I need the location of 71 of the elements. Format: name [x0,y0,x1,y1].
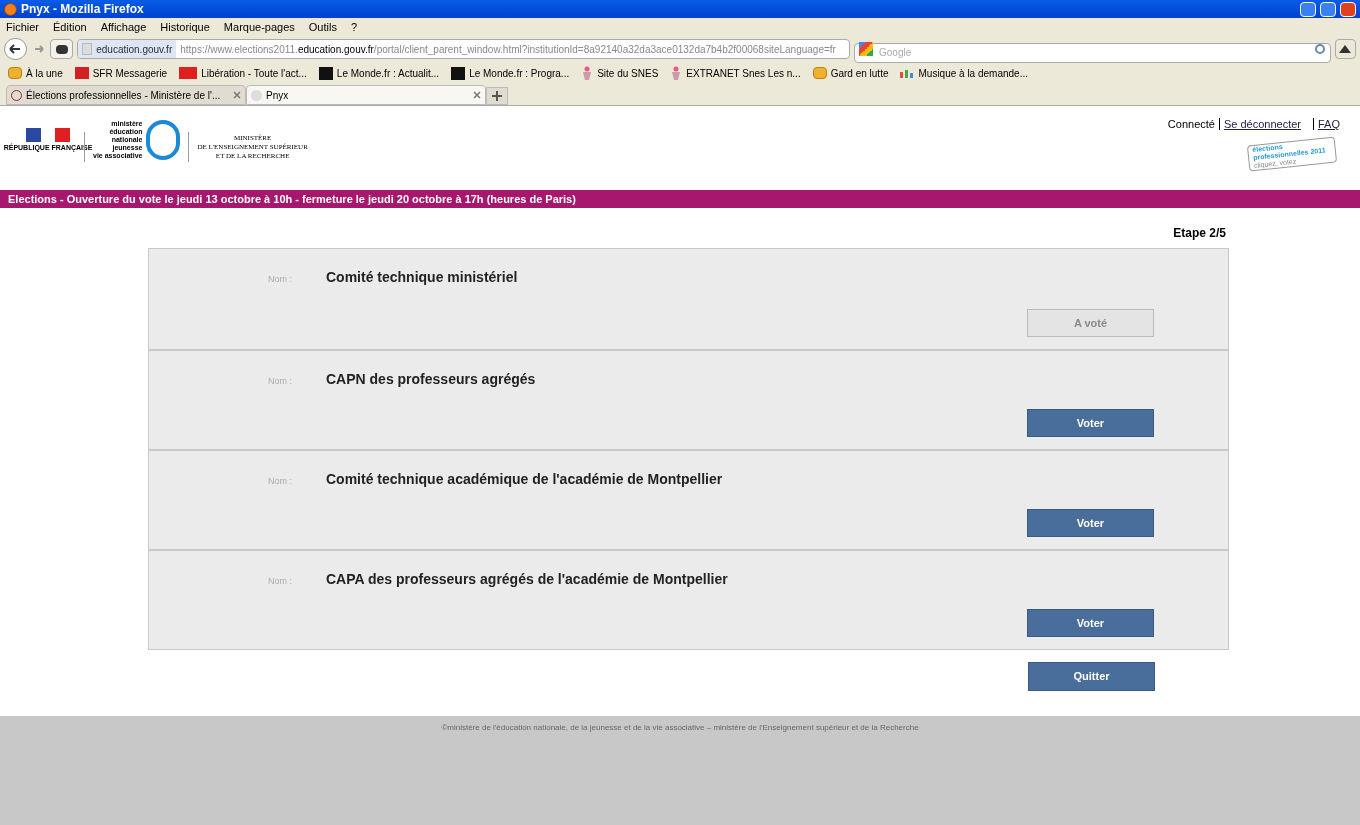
figure-icon [581,66,594,80]
bookmark-link[interactable]: EXTRANET Snes Les n... [686,65,801,81]
quit-button[interactable]: Quitter [1028,662,1155,691]
info-banner: Elections - Ouverture du vote le jeudi 13 octobre à 10h - fermeture le jeudi 20 octobre à 17h (heures de Paris) [0,190,1360,208]
flag-icon [26,128,70,142]
ballot-name: Comité technique ministériel [326,268,518,287]
print-button[interactable] [50,39,74,59]
plus-icon [492,91,502,101]
tab-title: Élections professionnelles - Ministère de l'... [26,88,222,103]
bookmark-icon [318,66,333,80]
bookmark-icon [74,67,89,79]
address-field[interactable]: education.gouv.fr https://www.elections2011.education.gouv.fr/portal/client_parent_window.html?institutionId=8a92140a32da3ace0132da7b4b2f00068siteLanguage=fr [77,39,850,59]
bookmark-link[interactable]: Le Monde.fr : Progra... [469,65,570,81]
faq-link[interactable]: FAQ [1318,116,1340,133]
menu-item[interactable]: ? [350,18,358,36]
minimize-button[interactable] [1300,1,1316,17]
back-arrow-icon [9,44,22,54]
bookmark-link[interactable]: Musique à la demande... [918,65,1028,81]
ballot-name: CAPN des professeurs agrégés [326,370,536,389]
site-identity: education.gouv.fr [96,42,173,57]
field-label: Nom : [267,475,292,488]
close-tab-icon[interactable] [473,91,481,99]
copyright-text: ©ministère de l'éducation nationale, de la jeunesse et de la vie associative – ministère de l'Enseignement supérieur et de la Recherche [441,722,919,734]
url-text: https://www.elections2011.education.gouv.fr/portal/client_parent_window.html?institutionId=8a92140a32da3ace0132da7b4b2f00068siteLanguage=fr [179,42,837,57]
bookmark-icon [179,67,198,79]
step-indicator: Etape 2/5 [1173,225,1226,242]
browser-tab[interactable]: Élections professionnelles - Ministère de l'... [6,85,246,105]
field-label: Nom : [267,273,292,286]
window-title: Pnyx - Mozilla Firefox [21,1,144,18]
home-icon [1339,45,1352,53]
tab-title: Pnyx [266,88,290,103]
browser-tab[interactable]: Pnyx [246,85,486,105]
menu-item[interactable]: Affichage [100,18,147,36]
connection-status: Connecté [1167,117,1215,132]
bookmark-link[interactable]: SFR Messagerie [92,65,168,81]
vote-button[interactable]: Voter [1027,509,1154,537]
maximize-button[interactable] [1320,1,1336,17]
search-icon[interactable] [1314,44,1325,54]
ministry-logo-icon [146,120,181,160]
new-tab-button[interactable] [486,87,508,105]
menu-item[interactable]: Outils [308,18,337,36]
firefox-icon [4,2,17,16]
field-label: Nom : [267,575,292,588]
bookmark-icon [451,66,466,80]
menu-item[interactable]: Historique [160,18,210,36]
bookmark-link[interactable]: À la une [26,65,63,81]
menu-item[interactable]: Fichier [6,18,39,36]
page-icon [82,43,93,55]
field-label: Nom : [267,375,292,388]
menu-item[interactable]: Édition [53,18,87,36]
feed-icon [812,67,827,79]
back-button[interactable] [4,38,27,60]
logout-link[interactable]: Se déconnecter [1223,116,1301,133]
bookmark-link[interactable]: Site du SNES [597,65,659,81]
bookmark-link[interactable]: Le Monde.fr : Actualit... [336,65,440,81]
bookmark-link[interactable]: Libération - Toute l'act... [201,65,307,81]
vote-button[interactable]: Voter [1027,609,1154,637]
bars-icon [900,68,915,78]
ballot-name: Comité technique académique de l'académie de Montpellier [326,470,723,489]
tab-icon [251,89,262,101]
ballot-name: CAPA des professeurs agrégés de l'académie de Montpellier [326,570,728,589]
close-button[interactable] [1340,1,1356,17]
feed-icon [8,67,22,79]
search-field[interactable]: Google [854,42,1331,63]
vote-button[interactable]: Voter [1027,409,1154,437]
forward-arrow-icon [33,44,44,54]
menu-item[interactable]: Marque-pages [223,18,295,36]
close-tab-icon[interactable] [233,91,241,99]
figure-icon [670,66,683,80]
bookmark-link[interactable]: Gard en lutte [830,65,889,81]
home-button[interactable] [1334,39,1356,59]
